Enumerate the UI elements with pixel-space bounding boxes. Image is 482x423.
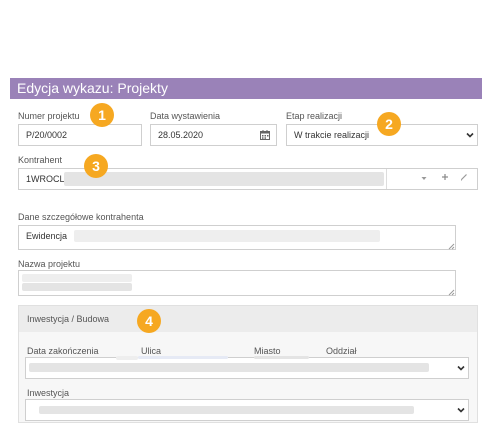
stage-value: W trakcie realizacji <box>294 130 370 140</box>
section-title: Inwestycja / Budowa <box>27 314 110 324</box>
chevron-down-icon[interactable] <box>419 173 429 183</box>
redacted-details <box>74 230 380 242</box>
issue-date-field[interactable]: 28.05.2020 <box>150 124 277 146</box>
redacted-investment <box>39 406 414 414</box>
plus-icon[interactable] <box>440 172 450 182</box>
redacted-location-row <box>29 363 429 372</box>
column-city: Miasto <box>254 346 281 356</box>
project-number-label: Numer projektu <box>18 111 80 121</box>
investment-label: Inwestycja <box>27 388 70 398</box>
contractor-details-value: Ewidencja <box>26 231 68 241</box>
resize-handle-icon[interactable] <box>448 288 455 296</box>
column-end-date: Data zakończenia <box>27 346 99 356</box>
chevron-down-icon[interactable] <box>455 404 467 416</box>
chevron-down-icon[interactable] <box>455 362 467 374</box>
column-street: Ulica <box>141 346 162 356</box>
redacted-project-name <box>22 274 132 282</box>
redacted-project-name <box>22 283 132 291</box>
redacted-location <box>138 356 228 359</box>
project-name-label: Nazwa projektu <box>18 259 81 269</box>
window-title: Edycja wykazu: Projekty <box>10 78 482 99</box>
chevron-down-icon[interactable] <box>464 129 476 141</box>
contractor-details-label: Dane szczegółowe kontrahenta <box>18 212 144 222</box>
issue-date-value: 28.05.2020 <box>158 130 204 140</box>
divider <box>386 169 387 189</box>
badge-3: 3 <box>84 154 108 178</box>
edit-icon[interactable] <box>459 172 469 182</box>
redacted-location <box>116 356 138 360</box>
resize-handle-icon[interactable] <box>448 242 455 250</box>
redacted-location <box>254 356 309 359</box>
calendar-icon[interactable] <box>259 129 271 141</box>
contractor-label: Kontrahent <box>18 155 63 165</box>
stage-label: Etap realizacji <box>286 111 343 121</box>
badge-4: 4 <box>137 309 161 333</box>
redacted-contractor <box>64 172 384 186</box>
issue-date-label: Data wystawienia <box>150 111 221 121</box>
column-branch: Oddział <box>326 346 357 356</box>
project-number-field[interactable]: P/20/0002 <box>18 124 142 146</box>
badge-1: 1 <box>90 103 114 127</box>
badge-2: 2 <box>377 112 401 136</box>
